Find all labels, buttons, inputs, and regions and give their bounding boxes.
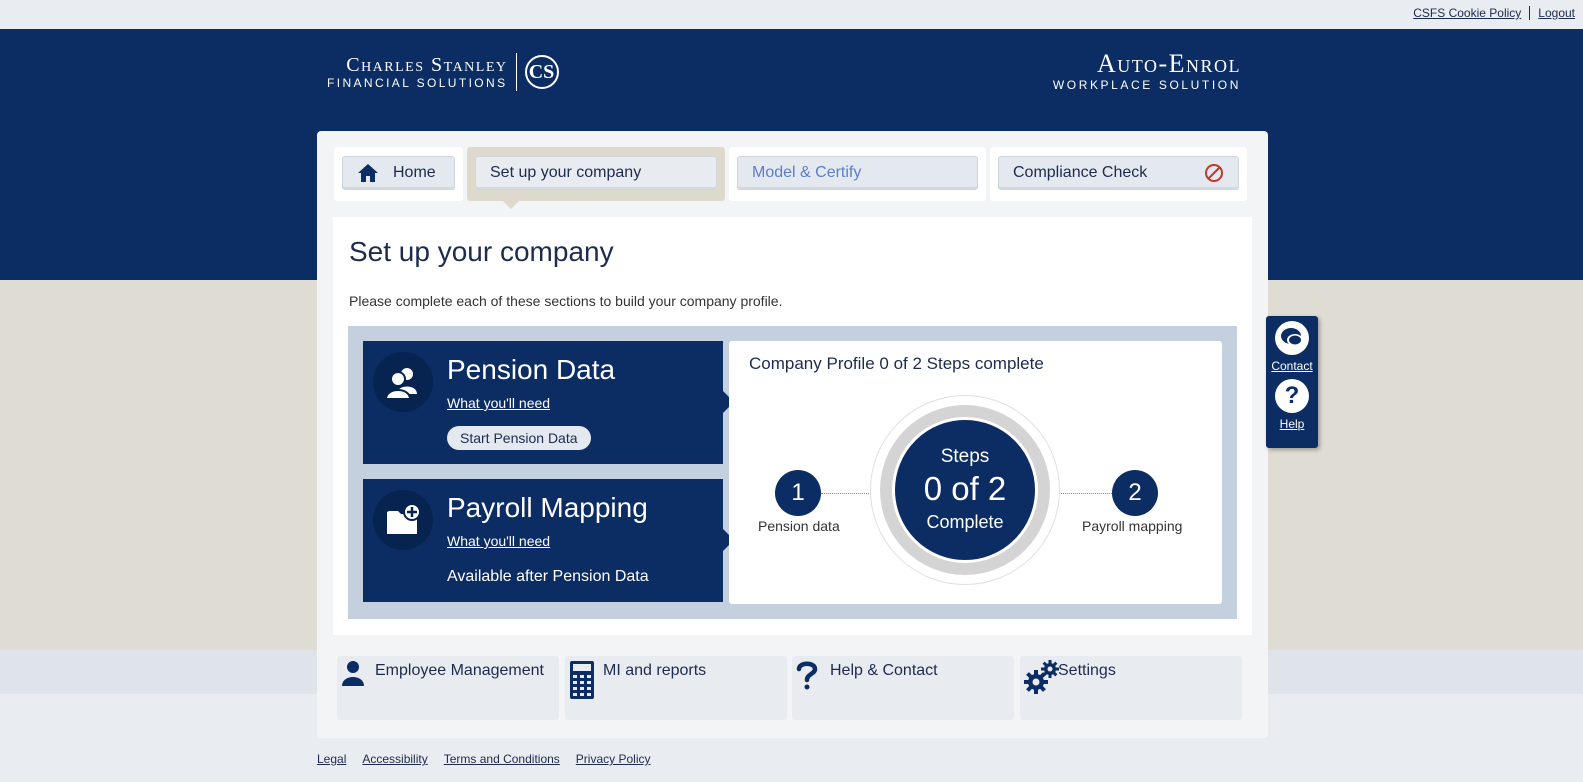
calculator-icon xyxy=(570,661,594,699)
settings-tile[interactable]: Settings xyxy=(1020,656,1242,720)
tab-model-certify[interactable]: Model & Certify xyxy=(729,147,986,201)
tab-compliance-label: Compliance Check xyxy=(1013,164,1148,181)
mi-reports-tile[interactable]: MI and reports xyxy=(565,656,787,720)
charles-stanley-logo: Charles Stanley Financial Solutions CS xyxy=(327,53,559,91)
tab-home-label: Home xyxy=(393,164,436,181)
privacy-link[interactable]: Privacy Policy xyxy=(576,752,651,766)
tab-model-label: Model & Certify xyxy=(752,164,862,181)
contact-widget-item[interactable]: Contact xyxy=(1266,321,1318,373)
mi-reports-label: MI and reports xyxy=(603,662,707,679)
pension-card-title: Pension Data xyxy=(447,354,616,385)
cs-monogram-icon: CS xyxy=(524,55,559,89)
logo-line2: Financial Solutions xyxy=(327,76,508,90)
progress-ring: Steps 0 of 2 Complete xyxy=(892,417,1038,563)
employee-management-label: Employee Management xyxy=(375,662,544,679)
progress-connector-right xyxy=(1059,493,1112,494)
intro-text: Please complete each of these sections t… xyxy=(349,293,783,309)
help-link[interactable]: Help xyxy=(1266,417,1318,431)
top-bar: CSFS Cookie Policy Logout xyxy=(0,0,1583,29)
payroll-what-you-need-link[interactable]: What you'll need xyxy=(447,533,550,549)
help-widget-item[interactable]: ? Help xyxy=(1266,379,1318,431)
question-icon xyxy=(796,661,818,690)
pension-data-card: Pension Data What you'll need Start Pens… xyxy=(363,341,734,464)
legal-link[interactable]: Legal xyxy=(317,752,346,766)
payroll-mapping-card: Payroll Mapping What you'll need Availab… xyxy=(363,479,734,602)
progress-title: Company Profile 0 of 2 Steps complete xyxy=(749,354,1044,373)
step-1-badge: 1 xyxy=(775,470,821,516)
people-icon xyxy=(373,352,433,412)
blocked-icon xyxy=(1205,164,1223,182)
step-2-label: Payroll mapping xyxy=(1082,518,1183,534)
help-icon: ? xyxy=(1275,379,1309,413)
tab-compliance[interactable]: Compliance Check xyxy=(990,147,1247,201)
tab-setup-label: Set up your company xyxy=(490,164,642,181)
auto-enrol-line1: Auto-Enrol xyxy=(1097,49,1241,78)
company-profile-progress: Company Profile 0 of 2 Steps complete St… xyxy=(729,341,1222,604)
footer-links: Legal Accessibility Terms and Conditions… xyxy=(317,752,650,766)
gears-icon xyxy=(1024,660,1059,694)
top-links: CSFS Cookie Policy Logout xyxy=(1405,6,1583,20)
logo-line1: Charles Stanley xyxy=(346,54,508,76)
cookie-policy-link[interactable]: CSFS Cookie Policy xyxy=(1405,6,1529,20)
tab-setup[interactable]: Set up your company xyxy=(467,147,725,209)
step-1-label: Pension data xyxy=(758,518,840,534)
logo-divider xyxy=(515,53,517,91)
home-icon xyxy=(358,164,378,182)
progress-connector-left xyxy=(821,493,871,494)
accessibility-link[interactable]: Accessibility xyxy=(362,752,427,766)
terms-link[interactable]: Terms and Conditions xyxy=(444,752,560,766)
page-title: Set up your company xyxy=(349,236,614,267)
settings-label: Settings xyxy=(1058,662,1116,679)
tab-home[interactable]: Home xyxy=(334,147,463,201)
logout-link[interactable]: Logout xyxy=(1529,6,1583,20)
payroll-card-title: Payroll Mapping xyxy=(447,492,648,523)
ring-complete-label: Complete xyxy=(926,512,1004,532)
auto-enrol-line2: Workplace Solution xyxy=(1052,78,1241,92)
employee-management-tile[interactable]: Employee Management xyxy=(337,656,559,720)
person-icon xyxy=(342,661,364,686)
help-contact-tile[interactable]: Help & Contact xyxy=(792,656,1014,720)
ring-steps-label: Steps xyxy=(940,446,990,467)
auto-enrol-logo: Auto-Enrol Workplace Solution xyxy=(1052,49,1241,93)
contact-link[interactable]: Contact xyxy=(1266,359,1318,373)
help-contact-label: Help & Contact xyxy=(830,662,938,679)
side-help-widget: Contact ? Help xyxy=(1266,316,1318,448)
start-pension-data-button[interactable]: Start Pension Data xyxy=(447,426,591,450)
payroll-availability-text: Available after Pension Data xyxy=(447,568,649,585)
pension-what-you-need-link[interactable]: What you'll need xyxy=(447,395,550,411)
chat-bubbles-icon xyxy=(1275,321,1309,355)
step-2-badge: 2 xyxy=(1112,470,1158,516)
folder-add-icon xyxy=(373,490,433,550)
ring-count: 0 of 2 xyxy=(923,470,1007,507)
